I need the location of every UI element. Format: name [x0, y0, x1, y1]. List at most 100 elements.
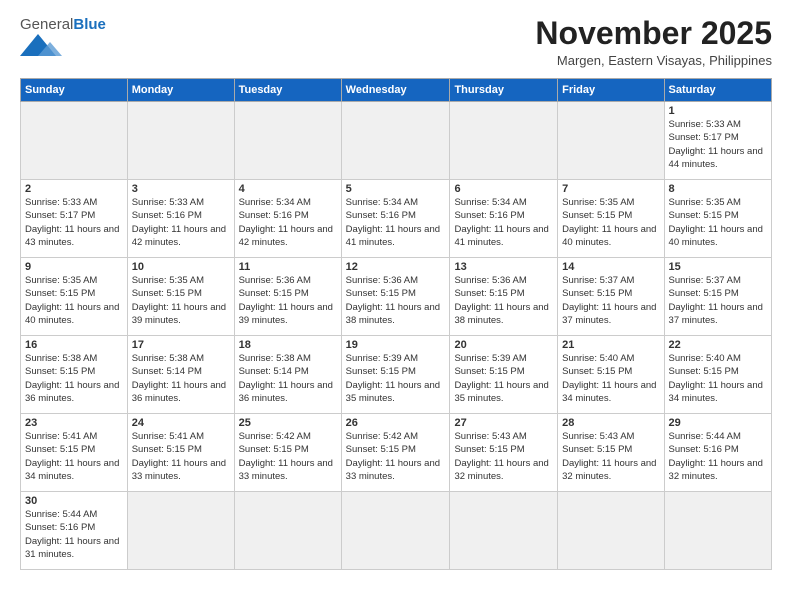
calendar-cell: 24Sunrise: 5:41 AMSunset: 5:15 PMDayligh… — [127, 414, 234, 492]
day-info: Sunrise: 5:35 AMSunset: 5:15 PMDaylight:… — [669, 196, 767, 249]
day-info: Sunrise: 5:38 AMSunset: 5:14 PMDaylight:… — [132, 352, 230, 405]
calendar-cell: 21Sunrise: 5:40 AMSunset: 5:15 PMDayligh… — [558, 336, 664, 414]
day-number: 13 — [454, 261, 553, 273]
day-number: 22 — [669, 339, 767, 351]
day-number: 18 — [239, 339, 337, 351]
day-info: Sunrise: 5:41 AMSunset: 5:15 PMDaylight:… — [25, 430, 123, 483]
calendar-week-row: 16Sunrise: 5:38 AMSunset: 5:15 PMDayligh… — [21, 336, 772, 414]
day-info: Sunrise: 5:33 AMSunset: 5:16 PMDaylight:… — [132, 196, 230, 249]
logo-blue: Blue — [73, 16, 106, 33]
calendar-cell — [558, 102, 664, 180]
day-info: Sunrise: 5:36 AMSunset: 5:15 PMDaylight:… — [239, 274, 337, 327]
day-number: 21 — [562, 339, 659, 351]
calendar-cell: 23Sunrise: 5:41 AMSunset: 5:15 PMDayligh… — [21, 414, 128, 492]
calendar-week-row: 23Sunrise: 5:41 AMSunset: 5:15 PMDayligh… — [21, 414, 772, 492]
calendar-cell: 29Sunrise: 5:44 AMSunset: 5:16 PMDayligh… — [664, 414, 771, 492]
calendar-cell: 27Sunrise: 5:43 AMSunset: 5:15 PMDayligh… — [450, 414, 558, 492]
calendar-cell: 9Sunrise: 5:35 AMSunset: 5:15 PMDaylight… — [21, 258, 128, 336]
calendar-cell: 22Sunrise: 5:40 AMSunset: 5:15 PMDayligh… — [664, 336, 771, 414]
day-info: Sunrise: 5:41 AMSunset: 5:15 PMDaylight:… — [132, 430, 230, 483]
calendar-cell: 11Sunrise: 5:36 AMSunset: 5:15 PMDayligh… — [234, 258, 341, 336]
day-of-week-header: Wednesday — [341, 79, 450, 102]
day-info: Sunrise: 5:36 AMSunset: 5:15 PMDaylight:… — [454, 274, 553, 327]
calendar-week-row: 9Sunrise: 5:35 AMSunset: 5:15 PMDaylight… — [21, 258, 772, 336]
calendar-cell — [127, 102, 234, 180]
day-number: 5 — [346, 183, 446, 195]
day-number: 24 — [132, 417, 230, 429]
day-info: Sunrise: 5:43 AMSunset: 5:15 PMDaylight:… — [454, 430, 553, 483]
calendar-cell: 20Sunrise: 5:39 AMSunset: 5:15 PMDayligh… — [450, 336, 558, 414]
day-of-week-header: Saturday — [664, 79, 771, 102]
day-number: 14 — [562, 261, 659, 273]
day-info: Sunrise: 5:33 AMSunset: 5:17 PMDaylight:… — [669, 118, 767, 171]
day-info: Sunrise: 5:39 AMSunset: 5:15 PMDaylight:… — [346, 352, 446, 405]
day-info: Sunrise: 5:33 AMSunset: 5:17 PMDaylight:… — [25, 196, 123, 249]
day-number: 27 — [454, 417, 553, 429]
header: GeneralBlue November 2025 Margen, Easter… — [20, 16, 772, 68]
day-info: Sunrise: 5:34 AMSunset: 5:16 PMDaylight:… — [454, 196, 553, 249]
day-number: 20 — [454, 339, 553, 351]
calendar-cell — [341, 102, 450, 180]
logo: GeneralBlue — [20, 16, 106, 56]
calendar-cell: 1Sunrise: 5:33 AMSunset: 5:17 PMDaylight… — [664, 102, 771, 180]
calendar-table: SundayMondayTuesdayWednesdayThursdayFrid… — [20, 78, 772, 570]
calendar-cell — [341, 492, 450, 570]
day-number: 30 — [25, 495, 123, 507]
calendar-cell: 16Sunrise: 5:38 AMSunset: 5:15 PMDayligh… — [21, 336, 128, 414]
day-number: 7 — [562, 183, 659, 195]
calendar-week-row: 30Sunrise: 5:44 AMSunset: 5:16 PMDayligh… — [21, 492, 772, 570]
calendar-cell — [558, 492, 664, 570]
day-number: 16 — [25, 339, 123, 351]
calendar-cell: 25Sunrise: 5:42 AMSunset: 5:15 PMDayligh… — [234, 414, 341, 492]
day-info: Sunrise: 5:36 AMSunset: 5:15 PMDaylight:… — [346, 274, 446, 327]
calendar-cell: 2Sunrise: 5:33 AMSunset: 5:17 PMDaylight… — [21, 180, 128, 258]
day-info: Sunrise: 5:34 AMSunset: 5:16 PMDaylight:… — [239, 196, 337, 249]
calendar-cell — [234, 492, 341, 570]
calendar-cell — [450, 492, 558, 570]
day-info: Sunrise: 5:40 AMSunset: 5:15 PMDaylight:… — [669, 352, 767, 405]
day-of-week-header: Friday — [558, 79, 664, 102]
calendar-cell: 26Sunrise: 5:42 AMSunset: 5:15 PMDayligh… — [341, 414, 450, 492]
day-info: Sunrise: 5:35 AMSunset: 5:15 PMDaylight:… — [25, 274, 123, 327]
title-block: November 2025 Margen, Eastern Visayas, P… — [535, 16, 772, 68]
day-info: Sunrise: 5:42 AMSunset: 5:15 PMDaylight:… — [346, 430, 446, 483]
calendar-header-row: SundayMondayTuesdayWednesdayThursdayFrid… — [21, 79, 772, 102]
day-info: Sunrise: 5:42 AMSunset: 5:15 PMDaylight:… — [239, 430, 337, 483]
day-info: Sunrise: 5:44 AMSunset: 5:16 PMDaylight:… — [669, 430, 767, 483]
day-of-week-header: Thursday — [450, 79, 558, 102]
day-info: Sunrise: 5:38 AMSunset: 5:15 PMDaylight:… — [25, 352, 123, 405]
calendar-cell: 13Sunrise: 5:36 AMSunset: 5:15 PMDayligh… — [450, 258, 558, 336]
day-number: 19 — [346, 339, 446, 351]
calendar-cell: 15Sunrise: 5:37 AMSunset: 5:15 PMDayligh… — [664, 258, 771, 336]
day-info: Sunrise: 5:37 AMSunset: 5:15 PMDaylight:… — [669, 274, 767, 327]
calendar-cell — [664, 492, 771, 570]
day-info: Sunrise: 5:37 AMSunset: 5:15 PMDaylight:… — [562, 274, 659, 327]
day-number: 17 — [132, 339, 230, 351]
day-number: 23 — [25, 417, 123, 429]
calendar-cell: 30Sunrise: 5:44 AMSunset: 5:16 PMDayligh… — [21, 492, 128, 570]
calendar-cell — [450, 102, 558, 180]
day-number: 3 — [132, 183, 230, 195]
day-number: 2 — [25, 183, 123, 195]
calendar-cell: 28Sunrise: 5:43 AMSunset: 5:15 PMDayligh… — [558, 414, 664, 492]
calendar-cell: 3Sunrise: 5:33 AMSunset: 5:16 PMDaylight… — [127, 180, 234, 258]
day-number: 12 — [346, 261, 446, 273]
calendar-cell — [127, 492, 234, 570]
logo-general: General — [20, 16, 73, 33]
day-number: 29 — [669, 417, 767, 429]
calendar-cell: 17Sunrise: 5:38 AMSunset: 5:14 PMDayligh… — [127, 336, 234, 414]
day-of-week-header: Sunday — [21, 79, 128, 102]
calendar-week-row: 2Sunrise: 5:33 AMSunset: 5:17 PMDaylight… — [21, 180, 772, 258]
day-info: Sunrise: 5:35 AMSunset: 5:15 PMDaylight:… — [132, 274, 230, 327]
calendar-cell: 7Sunrise: 5:35 AMSunset: 5:15 PMDaylight… — [558, 180, 664, 258]
day-number: 15 — [669, 261, 767, 273]
calendar-cell: 19Sunrise: 5:39 AMSunset: 5:15 PMDayligh… — [341, 336, 450, 414]
day-of-week-header: Tuesday — [234, 79, 341, 102]
calendar-week-row: 1Sunrise: 5:33 AMSunset: 5:17 PMDaylight… — [21, 102, 772, 180]
day-info: Sunrise: 5:34 AMSunset: 5:16 PMDaylight:… — [346, 196, 446, 249]
logo-icon — [20, 34, 70, 56]
day-info: Sunrise: 5:39 AMSunset: 5:15 PMDaylight:… — [454, 352, 553, 405]
calendar-cell — [234, 102, 341, 180]
day-number: 26 — [346, 417, 446, 429]
calendar-cell: 8Sunrise: 5:35 AMSunset: 5:15 PMDaylight… — [664, 180, 771, 258]
